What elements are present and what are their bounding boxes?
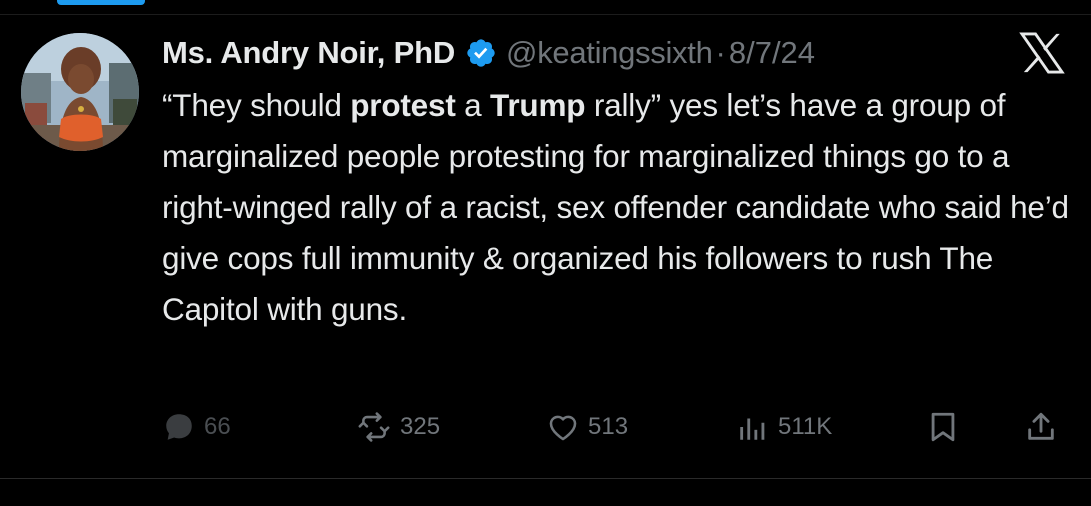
tweet-header: Ms. Andry Noir, PhD @keatingssixth · 8/7… <box>162 28 815 78</box>
views-button[interactable]: 511K <box>736 404 832 450</box>
bookmark-button[interactable] <box>926 404 960 450</box>
reply-button[interactable]: 66 <box>162 404 231 450</box>
bookmark-icon <box>926 410 960 444</box>
tweet-text-part: “They should <box>162 87 351 123</box>
views-icon <box>736 410 770 444</box>
tweet-date[interactable]: 8/7/24 <box>729 35 815 71</box>
action-bar: 66 325 513 511K <box>0 404 1091 450</box>
like-button[interactable]: 513 <box>546 404 628 450</box>
tweet-text-part: rally” yes let’s have a group of margina… <box>162 87 1069 327</box>
heart-icon <box>546 410 580 444</box>
tweet-text-bold-trump: Trump <box>490 87 586 123</box>
reply-icon <box>162 410 196 444</box>
repost-button[interactable]: 325 <box>356 404 440 450</box>
verified-badge-icon[interactable] <box>465 37 497 69</box>
like-count: 513 <box>588 413 629 440</box>
avatar[interactable] <box>21 33 139 151</box>
repost-icon <box>356 410 392 444</box>
x-logo-icon <box>1019 32 1065 74</box>
reply-count: 66 <box>204 413 231 440</box>
user-handle[interactable]: @keatingssixth <box>506 35 713 71</box>
tweet-text-part: a <box>455 87 491 123</box>
view-count: 511K <box>778 413 833 440</box>
tweet-text-bold-protest: protest <box>350 87 456 123</box>
tab-indicator <box>57 0 145 5</box>
share-icon <box>1024 410 1058 444</box>
display-name[interactable]: Ms. Andry Noir, PhD <box>162 35 455 71</box>
separator-dot: · <box>715 35 726 70</box>
divider <box>0 14 1091 15</box>
tweet-text: “They should protest a Trump rally” yes … <box>162 80 1082 335</box>
divider <box>0 478 1091 479</box>
share-button[interactable] <box>1024 404 1058 450</box>
repost-count: 325 <box>400 413 441 440</box>
